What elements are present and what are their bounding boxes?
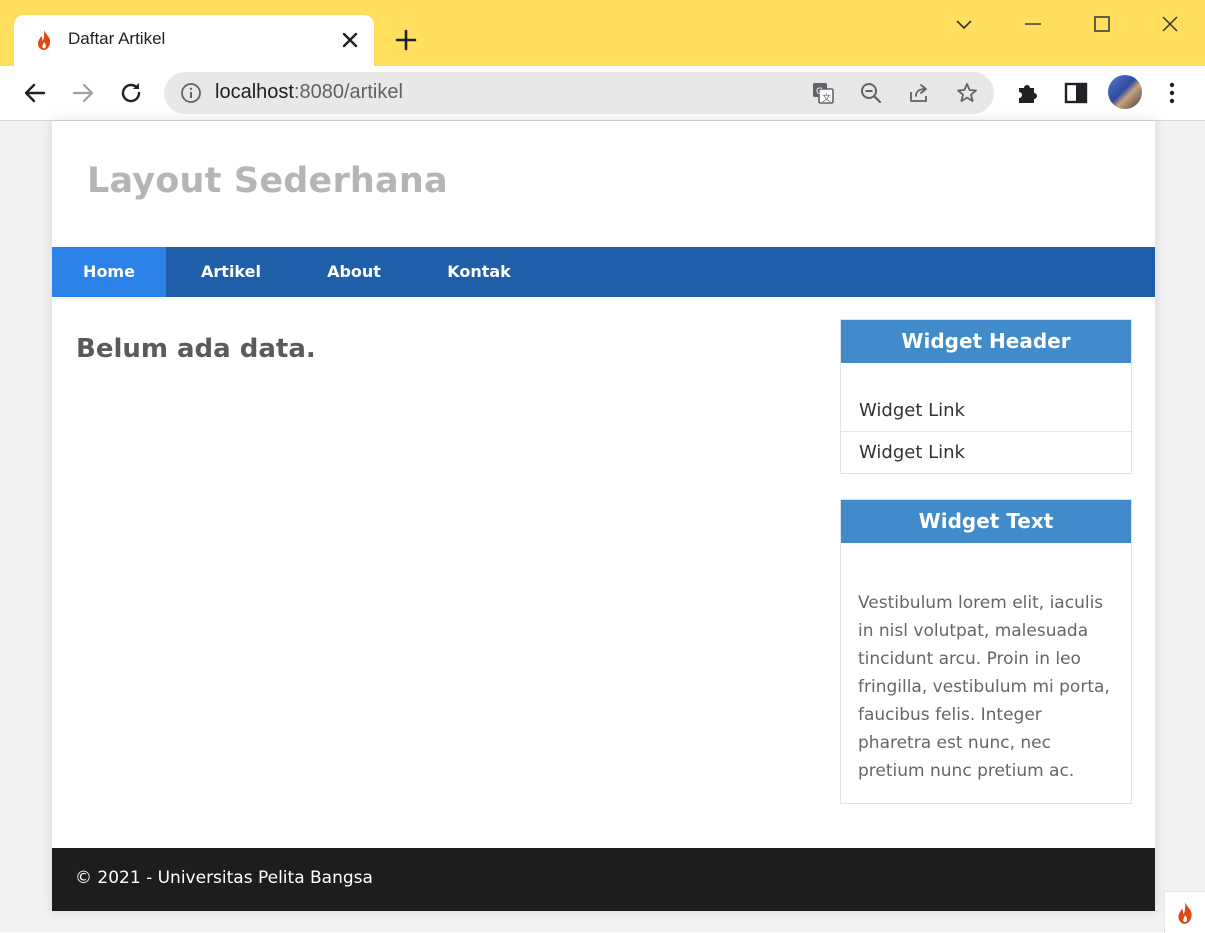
side-panel-icon[interactable]: [1062, 79, 1090, 107]
puzzle-icon[interactable]: [1014, 79, 1042, 107]
page-viewport: Layout Sederhana Home Artikel About Kont…: [0, 121, 1205, 932]
url-path: :8080/artikel: [293, 81, 403, 103]
widget-text: Widget Text Vestibulum lorem elit, iacul…: [840, 499, 1132, 804]
browser-titlebar: Daftar Artikel: [0, 0, 1205, 66]
url-host: localhost: [215, 81, 294, 103]
forward-arrow-icon[interactable]: [69, 79, 97, 107]
widget-link[interactable]: Widget Link: [841, 390, 1131, 431]
browser-tab[interactable]: Daftar Artikel: [14, 15, 374, 66]
codeigniter-flame-icon: [1178, 902, 1192, 924]
address-bar[interactable]: localhost:8080/artikel G 文: [164, 72, 994, 114]
widget-text-title: Widget Text: [841, 500, 1131, 543]
chevron-down-icon[interactable]: [952, 12, 976, 36]
site-title: Layout Sederhana: [87, 161, 448, 201]
main-nav: Home Artikel About Kontak: [52, 247, 1155, 297]
tab-title: Daftar Artikel: [68, 29, 166, 48]
site-footer: © 2021 - Universitas Pelita Bangsa: [52, 848, 1155, 911]
codeigniter-flame-icon: [38, 30, 51, 50]
profile-avatar[interactable]: [1108, 75, 1142, 109]
empty-data-message: Belum ada data.: [76, 334, 316, 364]
window-close-icon[interactable]: [1158, 12, 1182, 36]
minimize-icon[interactable]: [1021, 12, 1045, 36]
footer-copyright: © 2021 - Universitas Pelita Bangsa: [75, 868, 373, 888]
browser-toolbar: localhost:8080/artikel G 文: [0, 66, 1205, 121]
back-arrow-icon[interactable]: [21, 79, 49, 107]
reload-icon[interactable]: [117, 79, 145, 107]
widget-links: Widget Header Widget Link Widget Link: [840, 319, 1132, 474]
debug-toolbar-toggle[interactable]: [1164, 891, 1205, 933]
svg-text:文: 文: [822, 92, 831, 104]
close-icon[interactable]: [340, 30, 360, 50]
star-icon[interactable]: [955, 81, 979, 105]
url-text[interactable]: localhost:8080/artikel: [215, 81, 403, 104]
nav-item-home[interactable]: Home: [52, 247, 166, 297]
nav-item-artikel[interactable]: Artikel: [190, 247, 272, 297]
site-header: Layout Sederhana: [52, 121, 1155, 247]
maximize-icon[interactable]: [1090, 12, 1114, 36]
nav-item-about[interactable]: About: [316, 247, 392, 297]
widget-link[interactable]: Widget Link: [841, 431, 1131, 473]
translate-icon[interactable]: G 文: [811, 81, 835, 105]
widget-text-body: Vestibulum lorem elit, iaculis in nisl v…: [858, 593, 1110, 781]
widget-header-title: Widget Header: [841, 320, 1131, 363]
plus-icon[interactable]: [394, 28, 418, 52]
info-icon[interactable]: [180, 82, 202, 104]
nav-item-kontak[interactable]: Kontak: [437, 247, 521, 297]
site-container: Layout Sederhana Home Artikel About Kont…: [52, 121, 1155, 911]
share-icon[interactable]: [907, 81, 931, 105]
zoom-out-icon[interactable]: [859, 81, 883, 105]
kebab-menu-icon[interactable]: [1158, 79, 1186, 107]
